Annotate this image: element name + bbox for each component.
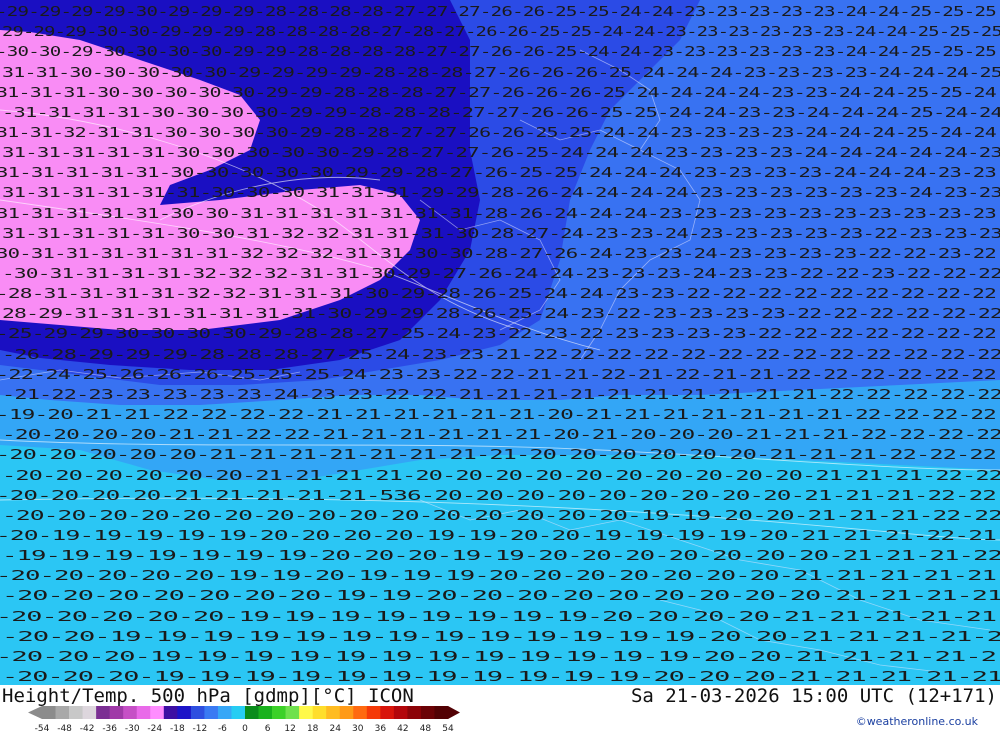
scale-cell xyxy=(353,706,368,719)
contour-label-row: 31-31-32-31-31-30-30-30-30-29-28-28-27-2… xyxy=(0,126,997,141)
contour-label-row: 31-31-31-31-31-31-30-30-30-31-31-31-29-2… xyxy=(2,186,1000,201)
contour-label-row: 31-31-31-31-31-30-30-30-30-30-29-29-28-2… xyxy=(0,166,996,181)
contour-label-row: -31-31-31-31-30-30-30-30-29-29-28-28-28-… xyxy=(2,106,1000,121)
contour-label-row: 30-31-31-31-31-31-31-32-32-32-31-31-30-3… xyxy=(0,247,996,262)
scale-tick-label: -42 xyxy=(80,724,95,733)
scale-tick-label: 12 xyxy=(284,724,295,733)
scale-tick-labels: -54 -48 -42 -36 -30 -24 -18 -12 -6 0 6 12 18 24 30 36 42… xyxy=(35,724,454,733)
scale-cell xyxy=(272,706,286,719)
contour-label-row: -20-20-20-20-21-21-21-21-21-536-20-20-20… xyxy=(0,489,996,504)
scale-tick-label: 18 xyxy=(307,724,319,733)
contour-label-row: -20-20-20-20-20-20-20-20-20-20-20-20-20-… xyxy=(2,509,1000,524)
contour-label-row: -19-20-21-21-22-22-22-22-21-21-21-21-21-… xyxy=(0,408,996,423)
scale-cell xyxy=(96,706,110,719)
contour-label-row: 31-31-30-30-30-30-30-29-29-29-29-28-28-2… xyxy=(2,66,1000,81)
scale-tick-label: -36 xyxy=(102,724,117,733)
scale-cell xyxy=(407,706,422,719)
scale-tick-label: -6 xyxy=(218,724,227,733)
scale-tick-label: -54 xyxy=(35,724,50,733)
scale-cell xyxy=(299,706,313,719)
contour-label-row: -20-20-20-20-20-19-19-19-19-19-19-19-19-… xyxy=(0,610,996,625)
contour-label-row: -20-20-20-20-20-19-19-20-19-19-19-20-20-… xyxy=(0,569,996,584)
scale-tick-label: 42 xyxy=(397,724,408,733)
scale-cell xyxy=(123,706,138,719)
scale-tick-label: -48 xyxy=(57,724,72,733)
scale-cell xyxy=(69,706,83,719)
contour-label-row: -20-20-20-20-20-20-21-21-21-21-20-20-20-… xyxy=(2,469,1000,484)
contour-label-row: -19-19-19-19-19-19-19-20-20-20-19-19-20-… xyxy=(2,549,1000,564)
scale-cell xyxy=(245,706,259,719)
credit-link[interactable]: ©weatheronline.co.uk xyxy=(856,715,978,728)
scale-tick-label: 0 xyxy=(242,724,248,733)
map-title: Height/Temp. 500 hPa [gdmp][°C] ICON xyxy=(2,685,414,707)
scale-cell xyxy=(82,706,97,719)
scale-cell xyxy=(434,706,449,719)
scale-cell xyxy=(150,706,165,719)
scale-tick-label: 48 xyxy=(420,724,432,733)
contour-label-row: 31-31-31-31-31-30-30-30-30-30-29-28-27-2… xyxy=(2,146,1000,161)
scale-tick-label: -18 xyxy=(170,724,185,733)
scale-cell xyxy=(136,706,151,719)
scale-cell xyxy=(163,706,178,719)
scale-tick-label: 30 xyxy=(352,724,364,733)
contour-label-row: -25-29-29-30-30-30-30-29-28-28-27-25-24-… xyxy=(0,327,996,342)
contour-label-row: 31-31-31-30-30-30-30-30-29-29-28-28-28-2… xyxy=(0,86,997,101)
scale-cell xyxy=(285,706,300,719)
contour-label-row: -28-31-31-31-31-32-32-31-31-31-30-29-28-… xyxy=(0,287,996,302)
scale-cell xyxy=(42,706,56,719)
scale-tick-label: 6 xyxy=(265,724,271,733)
contour-label-row: -22-24-25-26-26-26-25-25-25-24-23-23-22-… xyxy=(0,368,996,383)
scale-cell xyxy=(204,706,219,719)
scale-cells xyxy=(28,706,460,719)
scale-cell xyxy=(109,706,124,719)
contour-label-row: 31-31-31-31-31-30-30-31-32-32-31-31-31-3… xyxy=(2,227,1000,242)
contour-label-row: -30-30-29-30-30-30-30-29-29-28-28-28-28-… xyxy=(0,45,996,60)
scale-tick-label: -24 xyxy=(147,724,162,733)
contour-label-row: -30-31-31-31-31-32-32-32-31-31-30-29-27-… xyxy=(2,267,1000,282)
contour-label-row: -20-20-20-20-20-21-21-21-21-21-21-21-21-… xyxy=(0,448,996,463)
scale-cell xyxy=(258,706,273,719)
contour-label-row: 28-29-31-31-31-31-31-31-31-30-29-29-28-2… xyxy=(2,307,1000,322)
contour-label-row: -20-20-20-19-19-19-19-19-19-19-19-19-19-… xyxy=(2,670,1000,685)
contour-label-row: 31-31-31-31-31-30-30-31-31-31-31-31-31-3… xyxy=(0,207,996,222)
scale-tick-label: 24 xyxy=(329,724,341,733)
contour-label-row: -21-22-23-23-23-23-23-24-23-23-22-22-21-… xyxy=(2,388,1000,403)
scale-arrow-left xyxy=(28,706,42,719)
scale-cell xyxy=(190,706,205,719)
contour-label-row: -20-20-20-19-19-19-19-19-19-19-19-19-19-… xyxy=(0,650,996,665)
scale-cell xyxy=(231,706,246,719)
scale-tick-label: 36 xyxy=(375,724,387,733)
contour-label-row: -29-29-29-29-30-29-29-29-28-28-28-28-27-… xyxy=(0,5,996,20)
contour-label-row: -26-28-29-29-29-28-28-28-27-25-24-23-23-… xyxy=(2,348,1000,363)
scale-cell xyxy=(177,706,192,719)
scale-cell xyxy=(217,706,232,719)
footer-bar: Height/Temp. 500 hPa [gdmp][°C] ICON Sa … xyxy=(0,685,1000,733)
scale-cell xyxy=(312,706,327,719)
scale-cell xyxy=(393,706,408,719)
scale-tick-label: 54 xyxy=(442,724,454,733)
contour-label-row: 29-29-29-30-30-29-29-29-28-28-28-28-27-2… xyxy=(2,25,1000,40)
scale-cell xyxy=(366,706,381,719)
weather-map-page: -29-29-29-29-30-29-29-29-28-28-28-28-27-… xyxy=(0,0,1000,733)
scale-cell xyxy=(55,706,70,719)
contour-label-row: -20-19-19-19-19-19-20-20-20-20-19-19-20-… xyxy=(0,529,996,544)
scale-tick-label: -12 xyxy=(193,724,208,733)
contour-label-row: -20-20-19-19-19-19-19-19-19-19-19-19-19-… xyxy=(2,630,1000,645)
scale-cell xyxy=(326,706,341,719)
contour-label-row: -20-20-20-20-20-20-20-19-19-20-20-20-20-… xyxy=(2,589,1000,604)
map-canvas: -29-29-29-29-30-29-29-29-28-28-28-28-27-… xyxy=(0,0,1000,685)
scale-tick-label: -30 xyxy=(125,724,140,733)
color-scale-legend: -54 -48 -42 -36 -30 -24 -18 -12 -6 0 6 12 18 24 30 36 42… xyxy=(28,706,460,733)
scale-cell xyxy=(339,706,354,719)
valid-time: Sa 21-03-2026 15:00 UTC (12+171) xyxy=(630,685,997,707)
contour-label-row: -20-20-20-20-21-21-22-22-21-21-21-21-21-… xyxy=(2,428,1000,443)
scale-cell xyxy=(420,706,435,719)
scale-arrow-right xyxy=(448,706,460,719)
scale-cell xyxy=(380,706,395,719)
